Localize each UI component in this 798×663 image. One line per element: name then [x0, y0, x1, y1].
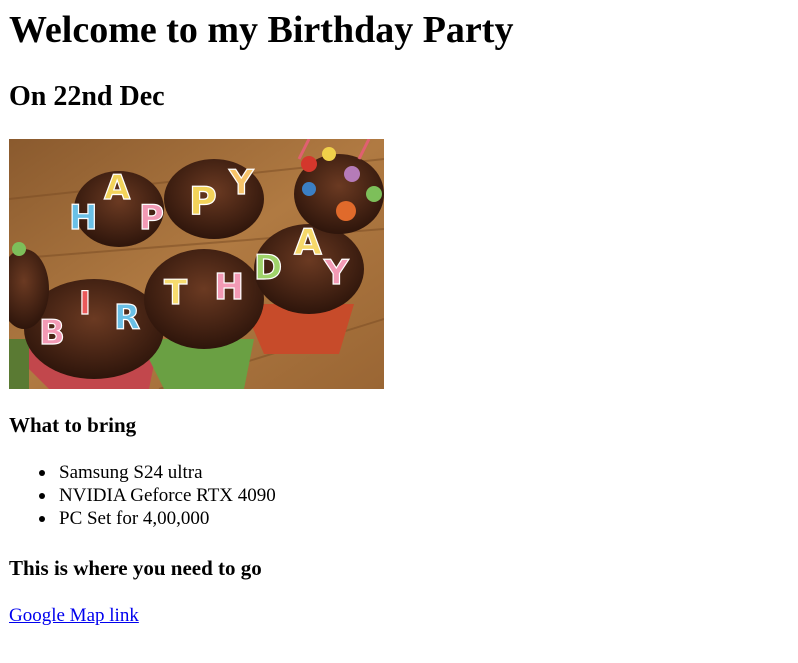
list-item-label: Samsung S24 ultra: [59, 462, 203, 483]
list-item: NVIDIA Geforce RTX 4090: [9, 484, 276, 507]
bring-items-list: Samsung S24 ultra NVIDIA Geforce RTX 409…: [9, 461, 276, 530]
svg-text:P: P: [189, 179, 217, 223]
what-to-bring-heading: What to bring: [9, 413, 137, 437]
svg-text:A: A: [294, 222, 322, 263]
list-item-label: NVIDIA Geforce RTX 4090: [59, 485, 276, 506]
bullet-icon: [39, 470, 45, 476]
svg-text:A: A: [104, 168, 131, 208]
list-item: PC Set for 4,00,000: [9, 507, 276, 530]
list-item-label: PC Set for 4,00,000: [59, 508, 210, 529]
bullet-icon: [39, 493, 45, 499]
svg-text:P: P: [139, 198, 164, 238]
bullet-icon: [39, 516, 45, 522]
svg-text:R: R: [114, 298, 140, 338]
svg-text:I: I: [79, 284, 91, 322]
list-item: Samsung S24 ultra: [9, 461, 276, 484]
svg-text:Y: Y: [228, 163, 254, 203]
svg-text:H: H: [69, 198, 97, 238]
party-date-heading: On 22nd Dec: [9, 81, 165, 112]
directions-heading: This is where you need to go: [9, 556, 262, 580]
svg-text:B: B: [39, 313, 65, 353]
svg-text:T: T: [164, 273, 188, 313]
svg-text:Y: Y: [323, 253, 349, 293]
svg-text:H: H: [214, 267, 244, 308]
svg-text:D: D: [254, 248, 282, 288]
google-map-link[interactable]: Google Map link: [9, 604, 139, 627]
page-title: Welcome to my Birthday Party: [9, 9, 514, 51]
birthday-cupcakes-image: H A P P Y B I R T H D A Y: [9, 139, 384, 389]
